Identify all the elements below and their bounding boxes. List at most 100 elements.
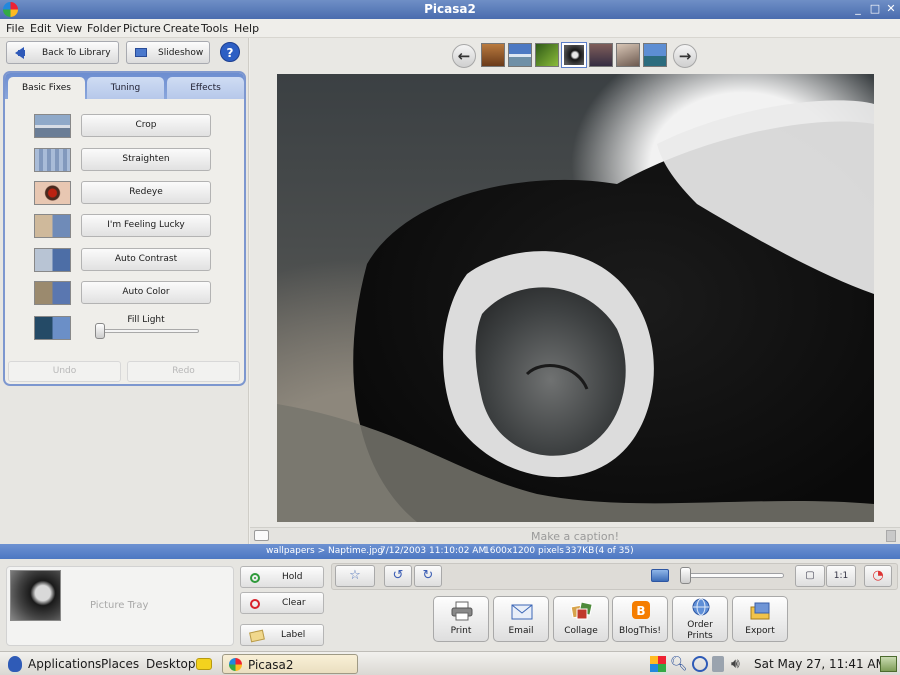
fill-light-thumbnail	[34, 316, 71, 340]
menu-tools[interactable]: Tools	[201, 22, 228, 35]
email-icon	[511, 604, 533, 620]
menu-help[interactable]: Help	[234, 22, 259, 35]
taskbar-picasa2-label: Picasa2	[248, 658, 294, 672]
filmstrip-thumbnail-6[interactable]	[616, 43, 640, 67]
trash-icon[interactable]	[886, 530, 896, 542]
crop-button[interactable]: Crop	[81, 114, 211, 137]
auto-color-row: Auto Color	[5, 281, 244, 307]
filmstrip-thumbnail-2[interactable]	[508, 43, 532, 67]
applications-menu[interactable]: Applications	[28, 657, 101, 671]
desktop-panel: Applications Places Desktop Picasa2 🔍︎ 🔊…	[0, 651, 900, 675]
svg-text:B: B	[636, 604, 645, 618]
export-button[interactable]: Export	[732, 596, 788, 642]
network-icon[interactable]	[692, 656, 708, 672]
tab-tuning[interactable]: Tuning	[87, 77, 164, 99]
volume-icon[interactable]: 🔊︎	[731, 656, 747, 672]
email-button[interactable]: Email	[493, 596, 549, 642]
clear-label: Clear	[282, 598, 306, 608]
printer-tray-icon[interactable]	[712, 656, 724, 672]
photo-size: 337KB	[565, 546, 595, 556]
crop-row: Crop	[5, 114, 244, 140]
show-desktop-icon[interactable]	[880, 656, 897, 672]
minimize-button[interactable]: _	[850, 1, 866, 17]
photo-path: wallpapers > Naptime.jpg	[266, 546, 384, 556]
blogthis-button[interactable]: B BlogThis!	[612, 596, 668, 642]
main-photo[interactable]	[277, 74, 874, 522]
print-label: Print	[450, 626, 472, 636]
print-button[interactable]: Print	[433, 596, 489, 642]
desktop-menu[interactable]: Desktop	[146, 657, 196, 671]
taskbar-picasa2-button[interactable]: Picasa2	[222, 654, 358, 674]
title-bar: Picasa2 _ □ ✕	[0, 0, 900, 19]
zoom-icon	[651, 569, 669, 582]
menu-folder[interactable]: Folder	[87, 22, 121, 35]
blogthis-label: BlogThis!	[619, 626, 661, 636]
menu-view[interactable]: View	[56, 22, 82, 35]
caption-input[interactable]: Make a caption!	[250, 530, 900, 543]
email-label: Email	[508, 626, 534, 636]
collage-button[interactable]: Collage	[553, 596, 609, 642]
feeling-lucky-button[interactable]: I'm Feeling Lucky	[81, 214, 211, 237]
tab-effects[interactable]: Effects	[167, 77, 244, 99]
sleeping-monkey-photo	[277, 100, 874, 522]
notes-icon[interactable]	[196, 658, 212, 670]
order-prints-icon	[692, 598, 710, 616]
auto-color-button[interactable]: Auto Color	[81, 281, 211, 304]
label-label: Label	[281, 630, 306, 640]
auto-contrast-button[interactable]: Auto Contrast	[81, 248, 211, 271]
tab-basic-fixes[interactable]: Basic Fixes	[8, 77, 85, 99]
hold-button[interactable]: Hold	[240, 566, 324, 588]
straighten-button[interactable]: Straighten	[81, 148, 211, 171]
back-arrow-icon	[15, 47, 25, 59]
gnome-foot-icon[interactable]	[8, 656, 22, 672]
filmstrip-thumbnail-7[interactable]	[643, 43, 667, 67]
fit-to-screen-button[interactable]: ▢	[795, 565, 825, 587]
rotate-right-button[interactable]: ↻	[414, 565, 442, 587]
picture-tray-label: Picture Tray	[90, 600, 149, 611]
order-prints-button[interactable]: Order Prints	[672, 596, 728, 642]
close-button[interactable]: ✕	[883, 1, 899, 17]
slideshow-button[interactable]: Slideshow	[126, 41, 210, 64]
photo-datetime: 7/12/2003 11:10:02 AM	[380, 546, 487, 556]
menu-create[interactable]: Create	[163, 22, 200, 35]
collage-icon	[571, 601, 593, 620]
back-to-library-button[interactable]: Back To Library	[6, 41, 119, 64]
auto-contrast-thumbnail	[34, 248, 71, 272]
menu-picture[interactable]: Picture	[123, 22, 161, 35]
menu-edit[interactable]: Edit	[30, 22, 51, 35]
next-photo-button[interactable]: →	[673, 44, 697, 68]
actual-size-button[interactable]: 1:1	[826, 565, 856, 587]
redeye-button[interactable]: Redeye	[81, 181, 211, 204]
filmstrip-thumbnail-1[interactable]	[481, 43, 505, 67]
previous-photo-button[interactable]: ←	[452, 44, 476, 68]
maximize-button[interactable]: □	[867, 1, 883, 17]
places-menu[interactable]: Places	[101, 657, 139, 671]
order-prints-label: Order Prints	[687, 620, 713, 641]
photo-dimensions: 1600x1200 pixels	[484, 546, 564, 556]
filmstrip-thumbnail-4-selected[interactable]	[561, 42, 587, 68]
undo-button[interactable]: Undo	[8, 361, 121, 382]
picasa-task-icon	[229, 658, 242, 671]
color-histogram-icon[interactable]: ◔	[864, 565, 892, 587]
help-icon[interactable]: ?	[220, 42, 240, 62]
fill-light-slider-track[interactable]	[95, 329, 199, 333]
blogger-icon: B	[632, 601, 650, 619]
zoom-slider-track[interactable]	[680, 573, 784, 578]
clear-button[interactable]: Clear	[240, 592, 324, 614]
filmstrip-thumbnail-5[interactable]	[589, 43, 613, 67]
zoom-slider-knob[interactable]	[680, 567, 691, 584]
clock[interactable]: Sat May 27, 11:41 AM	[754, 657, 886, 671]
star-button[interactable]: ☆	[335, 565, 375, 587]
redo-button[interactable]: Redo	[127, 361, 240, 382]
rotate-left-button[interactable]: ↺	[384, 565, 412, 587]
filmstrip-thumbnail-3[interactable]	[535, 43, 559, 67]
basic-fixes-panel: Basic Fixes Tuning Effects Crop Straight…	[3, 71, 246, 386]
app-grid-icon[interactable]	[650, 656, 666, 672]
collage-label: Collage	[564, 626, 598, 636]
search-icon[interactable]: 🔍︎	[670, 656, 688, 672]
menu-file[interactable]: File	[6, 22, 24, 35]
fill-light-slider-knob[interactable]	[95, 323, 105, 339]
label-button[interactable]: Label	[240, 624, 324, 646]
tray-thumbnail[interactable]	[10, 570, 61, 621]
caption-bar: Make a caption!	[250, 527, 900, 544]
